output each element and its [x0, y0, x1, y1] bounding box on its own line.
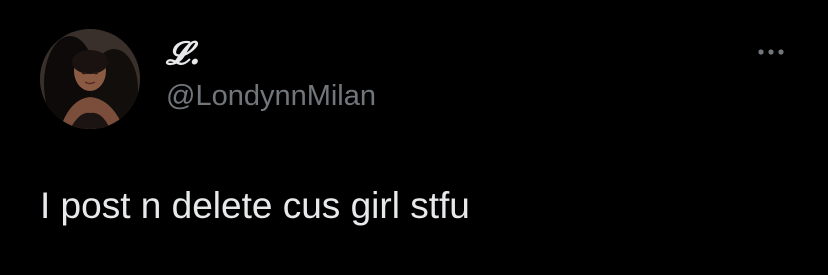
- author-avatar[interactable]: [40, 29, 140, 129]
- more-options-icon: [758, 49, 784, 55]
- tweet-text: I post n delete cus girl stfu: [40, 185, 470, 226]
- avatar-photo: [40, 29, 140, 129]
- tweet-card[interactable]: 𝓛. @LondynnMilan I post n delete cus gir…: [0, 0, 828, 275]
- author-handle[interactable]: @LondynnMilan: [166, 79, 376, 113]
- more-options-button[interactable]: [750, 38, 792, 66]
- author-display-name[interactable]: 𝓛.: [166, 35, 200, 71]
